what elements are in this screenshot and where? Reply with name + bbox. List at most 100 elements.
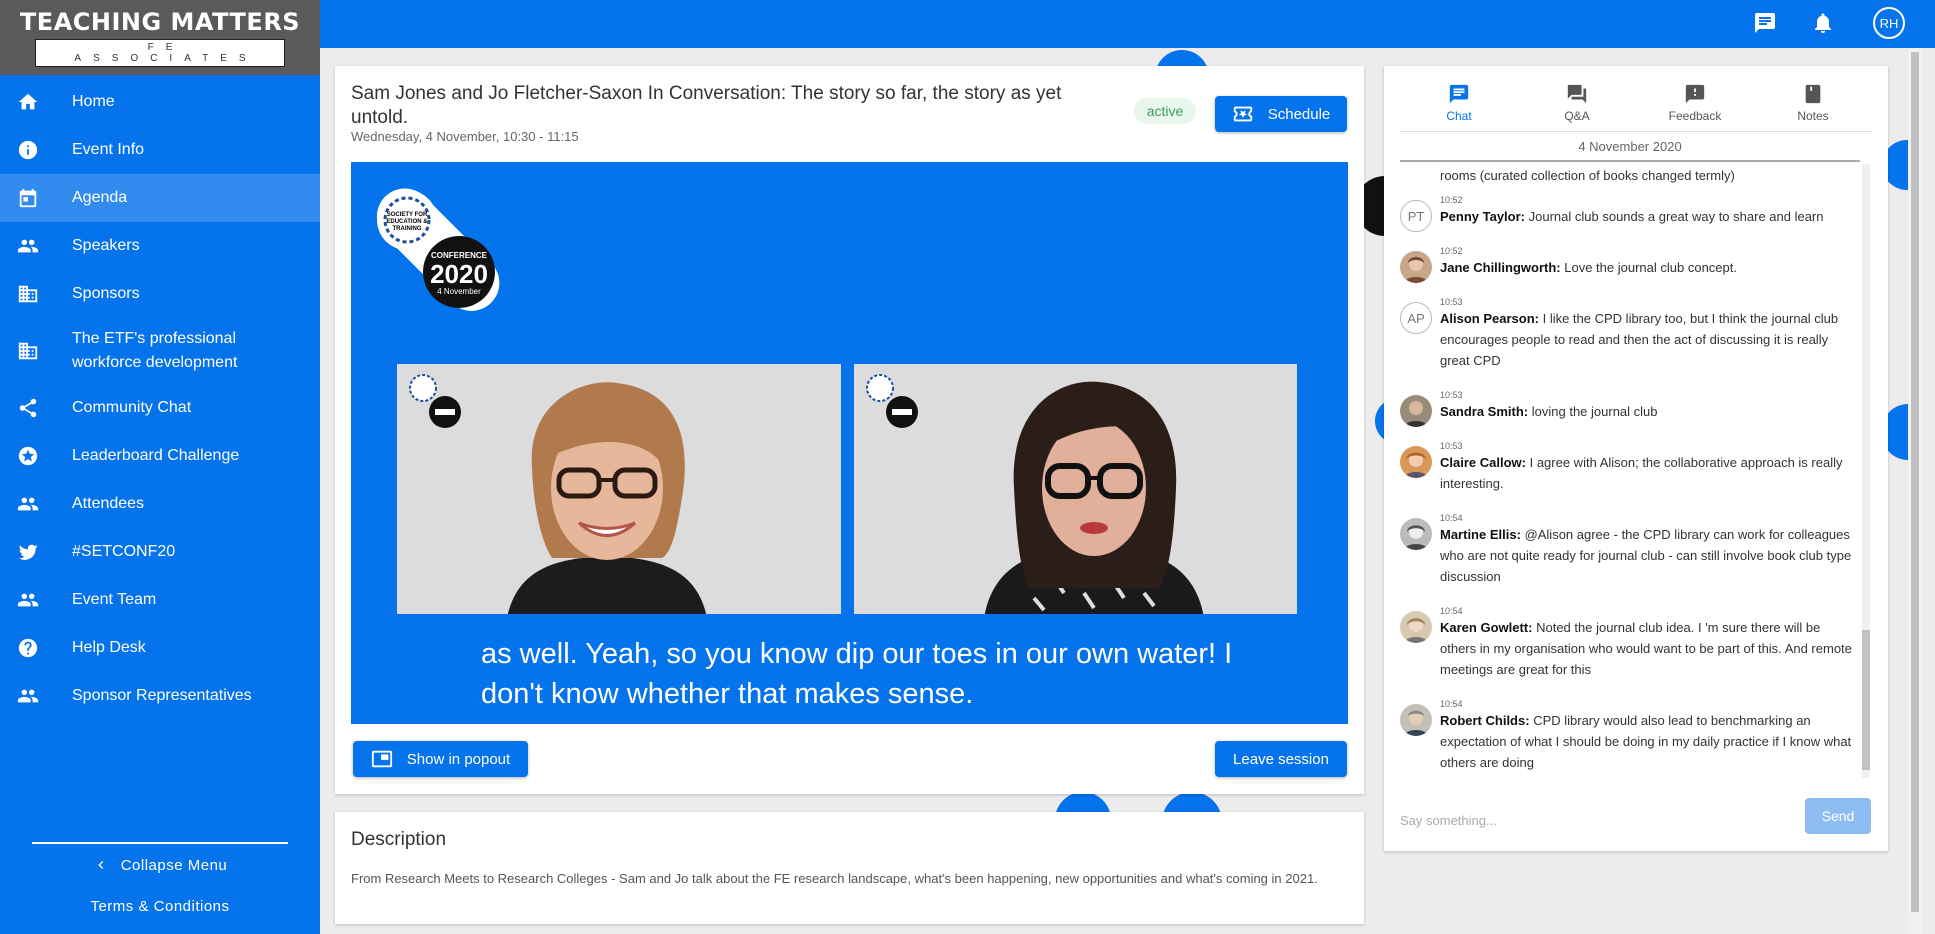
- sidebar-item-label: Home: [72, 93, 115, 110]
- session-time: Wednesday, 4 November, 10:30 - 11:15: [351, 129, 579, 144]
- sidebar-item-sponsor-representatives[interactable]: Sponsor Representatives: [0, 672, 320, 720]
- avatar: [1400, 251, 1432, 283]
- sidebar-item-label: #SETCONF20: [72, 543, 176, 560]
- sidebar-item-setconf20[interactable]: #SETCONF20: [0, 528, 320, 576]
- message-author: Jane Chillingworth:: [1440, 260, 1561, 275]
- tab-notes[interactable]: Notes: [1754, 66, 1872, 131]
- speaker-video-tile: [854, 364, 1297, 614]
- scrollbar-thumb[interactable]: [1862, 630, 1870, 770]
- chevron-left-icon: [98, 861, 103, 869]
- avatar: [1400, 518, 1432, 550]
- page-scrollbar[interactable]: [1908, 48, 1922, 934]
- sidebar-item-etf-workforce[interactable]: The ETF's professional workforce develop…: [0, 318, 320, 384]
- message-author: Sandra Smith:: [1440, 404, 1529, 419]
- home-icon: [16, 90, 40, 114]
- sidebar-item-attendees[interactable]: Attendees: [0, 480, 320, 528]
- session-card: Sam Jones and Jo Fletcher-Saxon In Conve…: [335, 66, 1364, 794]
- message-author: Robert Childs:: [1440, 713, 1530, 728]
- tab-label: Q&A: [1564, 109, 1590, 123]
- logo-org-line2: EDUCATION &: [386, 219, 428, 225]
- people-icon: [16, 492, 40, 516]
- sidebar-item-sponsors[interactable]: Sponsors: [0, 270, 320, 318]
- avatar: [1400, 446, 1432, 478]
- message-time: 10:54: [1440, 606, 1463, 616]
- message-time: 10:52: [1440, 246, 1463, 256]
- calendar-icon: [16, 186, 40, 210]
- show-in-popout-label: Show in popout: [406, 750, 511, 768]
- terms-and-conditions-link[interactable]: Terms & Conditions: [0, 898, 320, 915]
- share-icon: [16, 396, 40, 420]
- tab-label: Notes: [1797, 109, 1829, 123]
- description-title: Description: [351, 829, 447, 850]
- sidebar-item-help-desk[interactable]: Help Desk: [0, 624, 320, 672]
- forum-icon: [1567, 84, 1587, 104]
- bell-icon[interactable]: [1811, 11, 1837, 37]
- sidebar-item-event-info[interactable]: Event Info: [0, 126, 320, 174]
- description-text: From Research Meets to Research Colleges…: [351, 871, 1318, 886]
- chat-scrollbar[interactable]: [1860, 164, 1870, 778]
- speaker-video-tile: [397, 364, 841, 614]
- chat-message-list[interactable]: rooms (curated collection of books chang…: [1400, 164, 1860, 778]
- star-badge-icon: [16, 444, 40, 468]
- chat-icon: [1449, 84, 1469, 104]
- conference-logo: SOCIETY FOR EDUCATION & TRAINING CONFERE…: [376, 188, 500, 311]
- session-title: Sam Jones and Jo Fletcher-Saxon In Conve…: [351, 83, 1062, 128]
- sidebar-item-agenda[interactable]: Agenda: [0, 174, 320, 222]
- logo-badge-date: 4 November: [437, 287, 481, 296]
- tile-conference-logo: [866, 374, 918, 428]
- collapse-menu-button[interactable]: Collapse Menu: [0, 852, 320, 878]
- message-author: Karen Gowlett:: [1440, 620, 1533, 635]
- message-time: 10:53: [1440, 297, 1463, 307]
- chat-icon[interactable]: [1753, 11, 1779, 37]
- brand-name: TEACHING MATTERS: [19, 8, 301, 36]
- message-text: Journal club sounds a great way to share…: [1528, 209, 1824, 224]
- tab-feedback[interactable]: Feedback: [1636, 66, 1754, 131]
- chat-tabs: Chat Q&A Feedback Notes: [1400, 66, 1872, 132]
- help-icon: [16, 636, 40, 660]
- sidebar-item-label: Leaderboard Challenge: [72, 447, 240, 464]
- people-icon: [16, 684, 40, 708]
- message-author: Alison Pearson:: [1440, 311, 1539, 326]
- sidebar-item-label: Sponsors: [72, 285, 140, 302]
- sidebar-item-label: Attendees: [72, 495, 145, 512]
- leave-session-button[interactable]: Leave session: [1215, 741, 1347, 777]
- sidebar-item-community-chat[interactable]: Community Chat: [0, 384, 320, 432]
- sidebar: TEACHING MATTERS FE ASSOCIATES Home Even…: [0, 0, 320, 934]
- description-card: Description From Research Meets to Resea…: [335, 812, 1364, 924]
- message-text: Love the journal club concept.: [1564, 260, 1737, 275]
- avatar: PT: [1400, 200, 1432, 232]
- bookmark-icon: [1805, 84, 1821, 104]
- send-button[interactable]: Send: [1805, 798, 1871, 834]
- top-bar: RH: [320, 0, 1935, 48]
- sidebar-item-leaderboard[interactable]: Leaderboard Challenge: [0, 432, 320, 480]
- schedule-button[interactable]: Schedule: [1215, 96, 1347, 132]
- logo-org-line3: TRAINING: [393, 226, 422, 232]
- tab-chat[interactable]: Chat: [1400, 66, 1518, 131]
- sidebar-item-label: The ETF's professional workforce develop…: [72, 330, 238, 371]
- user-avatar[interactable]: RH: [1873, 7, 1905, 39]
- sidebar-item-event-team[interactable]: Event Team: [0, 576, 320, 624]
- video-player[interactable]: SOCIETY FOR EDUCATION & TRAINING CONFERE…: [351, 162, 1348, 724]
- show-in-popout-button[interactable]: Show in popout: [353, 741, 528, 777]
- message-author: Martine Ellis:: [1440, 527, 1521, 542]
- logo-org-line1: SOCIETY FOR: [387, 212, 428, 218]
- video-caption: as well. Yeah, so you know dip our toes …: [481, 638, 1233, 710]
- chat-panel: Chat Q&A Feedback Notes 4 November 2020 …: [1384, 66, 1888, 851]
- sidebar-item-label: Agenda: [72, 189, 128, 206]
- scrollbar-thumb[interactable]: [1911, 52, 1919, 912]
- people-icon: [16, 588, 40, 612]
- collapse-menu-label: Collapse Menu: [120, 856, 228, 874]
- brand-subtitle: FE ASSOCIATES: [35, 39, 285, 67]
- chat-message-input[interactable]: [1400, 802, 1780, 838]
- sidebar-item-speakers[interactable]: Speakers: [0, 222, 320, 270]
- chat-date-divider: 4 November 2020: [1400, 136, 1860, 162]
- building-icon: [16, 339, 40, 363]
- info-icon: [16, 138, 40, 162]
- message-time: 10:53: [1440, 441, 1463, 451]
- tab-label: Chat: [1446, 109, 1472, 123]
- tab-qa[interactable]: Q&A: [1518, 66, 1636, 131]
- sidebar-item-home[interactable]: Home: [0, 78, 320, 126]
- building-icon: [16, 282, 40, 306]
- sidebar-divider: [32, 842, 288, 844]
- brand-logo[interactable]: TEACHING MATTERS FE ASSOCIATES: [0, 0, 320, 75]
